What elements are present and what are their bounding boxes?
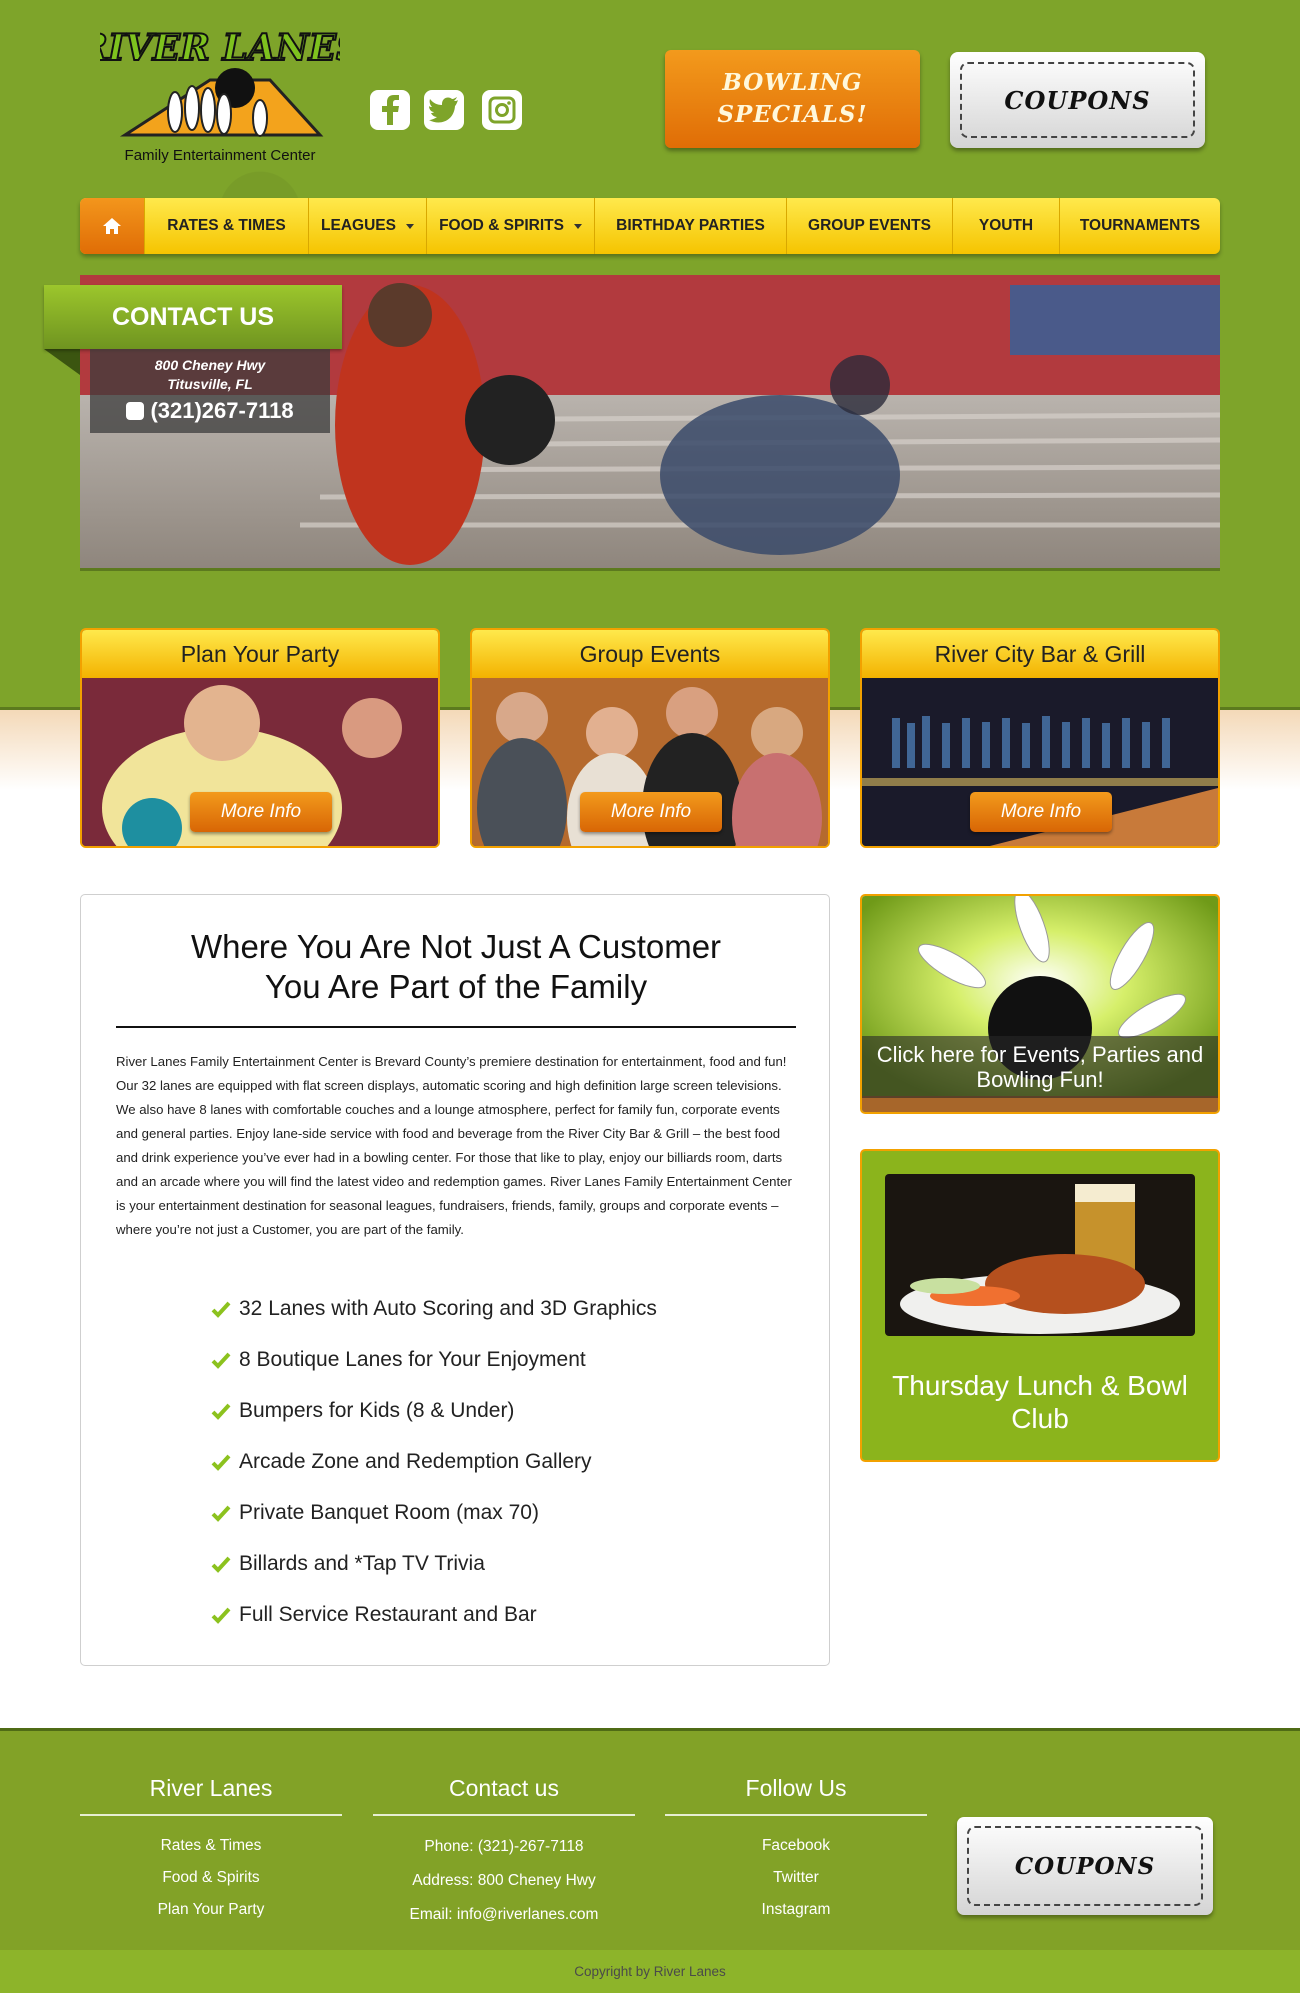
- footer-phone[interactable]: Phone: (321)-267-7118: [373, 1830, 635, 1864]
- nav-item-rates-times[interactable]: Rates & Times: [144, 198, 308, 254]
- checkmark-icon: [211, 1352, 231, 1369]
- logo-title: RIVER LANES: [100, 27, 340, 69]
- footer-divider: [373, 1814, 635, 1816]
- footer-heading: River Lanes: [149, 1775, 273, 1801]
- more-info-button[interactable]: More Info: [580, 792, 722, 832]
- footer-col-contact: Contact us Phone: (321)-267-7118 Address…: [373, 1771, 635, 1932]
- footer-coupons-button[interactable]: Coupons: [957, 1817, 1213, 1915]
- footer-heading: Contact us: [449, 1775, 559, 1801]
- list-item: 8 Boutique Lanes for Your Enjoyment: [211, 1334, 771, 1385]
- card-title: River City Bar & Grill: [862, 630, 1218, 678]
- copyright: Copyright by River Lanes: [0, 1950, 1300, 1993]
- bowling-specials-label: Bowling Specials!: [717, 69, 868, 128]
- nav-item-leagues[interactable]: Leagues: [308, 198, 426, 254]
- nav-item-youth[interactable]: Youth: [952, 198, 1059, 254]
- footer-heading: Follow Us: [745, 1775, 847, 1801]
- checkmark-icon: [211, 1454, 231, 1471]
- card-title: Group Events: [472, 630, 828, 678]
- footer-divider: [80, 1814, 342, 1816]
- card-plan-your-party[interactable]: Plan Your Party More Info: [80, 628, 440, 848]
- card-group-events[interactable]: Group Events More Info: [470, 628, 830, 848]
- lunch-club-label: Thursday Lunch & Bowl Club: [892, 1370, 1188, 1434]
- instagram-icon[interactable]: [482, 90, 522, 130]
- footer-link-rates-times[interactable]: Rates & Times: [80, 1830, 342, 1862]
- list-item: Arcade Zone and Redemption Gallery: [211, 1436, 771, 1487]
- page-title: Where You Are Not Just A Customer You Ar…: [190, 928, 722, 1005]
- footer-link-instagram[interactable]: Instagram: [665, 1894, 927, 1926]
- logo[interactable]: RIVER LANES Family Entertainment Center: [76, 20, 363, 170]
- list-item: Private Banquet Room (max 70): [211, 1487, 771, 1538]
- coupons-label: Coupons: [960, 62, 1195, 138]
- footer-coupons-label: Coupons: [967, 1826, 1203, 1906]
- list-item: Full Service Restaurant and Bar: [211, 1589, 771, 1640]
- contact-address-line1: 800 Cheney Hwy: [154, 357, 266, 373]
- nav-item-food-spirits[interactable]: Food & Spirits: [426, 198, 594, 254]
- events-ad[interactable]: Click here for Events, Parties and Bowli…: [860, 894, 1220, 1114]
- title-divider: [116, 1026, 796, 1028]
- list-item: 32 Lanes with Auto Scoring and 3D Graphi…: [211, 1283, 771, 1334]
- facebook-icon[interactable]: [370, 90, 410, 130]
- checkmark-icon: [211, 1556, 231, 1573]
- checkmark-icon: [211, 1301, 231, 1318]
- footer-link-food-spirits[interactable]: Food & Spirits: [80, 1862, 342, 1894]
- home-icon: [103, 218, 121, 234]
- footer-link-plan-party[interactable]: Plan Your Party: [80, 1894, 342, 1926]
- contact-info: 800 Cheney Hwy Titusville, FL (321)267-7…: [90, 349, 330, 433]
- more-info-button[interactable]: More Info: [970, 792, 1112, 832]
- nav-item-birthday-parties[interactable]: Birthday Parties: [594, 198, 786, 254]
- chevron-down-icon: [405, 223, 414, 229]
- nav-item-tournaments[interactable]: Tournaments: [1059, 198, 1220, 254]
- coupons-button[interactable]: Coupons: [950, 52, 1205, 148]
- footer-col-river-lanes: River Lanes Rates & Times Food & Spirits…: [80, 1771, 342, 1926]
- checkmark-icon: [211, 1403, 231, 1420]
- main-nav: Rates & Times Leagues Food & Spirits Bir…: [80, 198, 1220, 254]
- about-section: Where You Are Not Just A Customer You Ar…: [80, 894, 830, 1666]
- checkmark-icon: [211, 1607, 231, 1624]
- checkmark-icon: [211, 1505, 231, 1522]
- contact-tab-fold: [44, 349, 80, 375]
- contact-phone[interactable]: (321)267-7118: [90, 398, 330, 424]
- lunch-club-image: [885, 1174, 1195, 1336]
- footer-divider: [665, 1814, 927, 1816]
- list-item: Bumpers for Kids (8 & Under): [211, 1385, 771, 1436]
- feature-list: 32 Lanes with Auto Scoring and 3D Graphi…: [211, 1283, 771, 1640]
- contact-address-line2: Titusville, FL: [167, 376, 253, 392]
- footer-col-follow: Follow Us Facebook Twitter Instagram: [665, 1771, 927, 1926]
- about-text: River Lanes Family Entertainment Center …: [116, 1054, 792, 1237]
- logo-subtitle: Family Entertainment Center: [125, 147, 316, 164]
- lunch-club-ad[interactable]: Thursday Lunch & Bowl Club: [860, 1149, 1220, 1462]
- more-info-button[interactable]: More Info: [190, 792, 332, 832]
- events-ad-label: Click here for Events, Parties and Bowli…: [862, 1036, 1218, 1098]
- footer-link-twitter[interactable]: Twitter: [665, 1862, 927, 1894]
- list-item: Billards and *Tap TV Trivia: [211, 1538, 771, 1589]
- twitter-icon[interactable]: [424, 90, 464, 130]
- bowling-specials-button[interactable]: Bowling Specials!: [665, 50, 920, 148]
- card-bar-grill[interactable]: River City Bar & Grill More Info: [860, 628, 1220, 848]
- contact-us-tab[interactable]: CONTACT US: [44, 285, 342, 349]
- chevron-down-icon: [573, 223, 582, 229]
- card-title: Plan Your Party: [82, 630, 438, 678]
- footer: River Lanes Rates & Times Food & Spirits…: [0, 1728, 1300, 1950]
- nav-item-group-events[interactable]: Group Events: [786, 198, 952, 254]
- phone-icon: [126, 402, 145, 420]
- footer-address: Address: 800 Cheney Hwy: [412, 1872, 596, 1889]
- footer-link-facebook[interactable]: Facebook: [665, 1830, 927, 1862]
- footer-email[interactable]: Email: info@riverlanes.com: [373, 1898, 635, 1932]
- nav-home[interactable]: [80, 198, 144, 254]
